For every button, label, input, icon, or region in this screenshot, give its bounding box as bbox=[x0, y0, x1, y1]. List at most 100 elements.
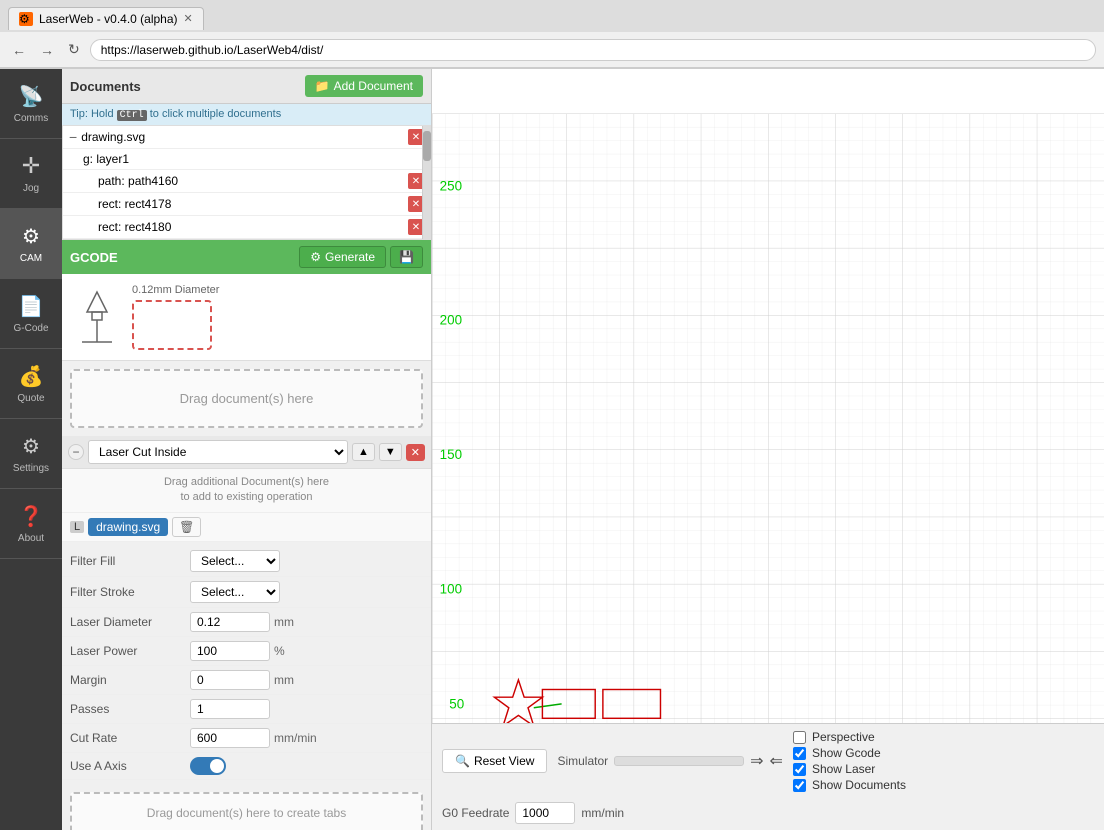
sidebar: 📡 Comms ✛ Jog ⚙ CAM 📄 G-Code 💰 Quote ⚙ S… bbox=[0, 69, 62, 830]
main-canvas[interactable]: 250 200 150 100 50 50 100 150 200 250 30… bbox=[432, 69, 1104, 830]
collapse-icon[interactable]: − bbox=[69, 129, 77, 145]
sidebar-item-gcode[interactable]: 📄 G-Code bbox=[0, 279, 62, 349]
toggle-x-icon: ✕ bbox=[214, 760, 222, 771]
op-collapse-button[interactable]: − bbox=[68, 444, 84, 460]
sidebar-item-comms[interactable]: 📡 Comms bbox=[0, 69, 62, 139]
doc-item-layer1[interactable]: g: layer1 bbox=[63, 149, 430, 170]
ctrl-key: Ctrl bbox=[117, 110, 147, 121]
show-laser-checkbox[interactable] bbox=[793, 763, 806, 776]
laser-icon bbox=[72, 287, 122, 347]
tab-title: LaserWeb - v0.4.0 (alpha) bbox=[39, 12, 178, 26]
reset-view-label: Reset View bbox=[474, 754, 534, 768]
sidebar-label-comms: Comms bbox=[14, 113, 48, 124]
margin-row: Margin mm bbox=[62, 666, 431, 695]
cam-icon: ⚙ bbox=[22, 224, 40, 249]
filter-stroke-select[interactable]: Select... bbox=[190, 581, 280, 603]
add-document-button[interactable]: 📁 Add Document bbox=[305, 75, 423, 97]
operation-row: − Laser Cut Inside Laser Cut Outside Las… bbox=[62, 436, 431, 469]
scrollbar-thumb[interactable] bbox=[423, 131, 431, 161]
layer-name: g: layer1 bbox=[83, 152, 424, 166]
laser-diameter-input[interactable] bbox=[190, 612, 270, 632]
tip-rest: to click multiple documents bbox=[150, 108, 281, 120]
op-move-up-button[interactable]: ▲ bbox=[352, 443, 375, 461]
doc-item-name: drawing.svg bbox=[81, 130, 404, 144]
url-input[interactable] bbox=[90, 39, 1096, 61]
reset-view-button[interactable]: 🔍 Reset View bbox=[442, 749, 547, 773]
documents-header: Documents 📁 Add Document bbox=[62, 69, 431, 104]
g0-feedrate-label: G0 Feedrate bbox=[442, 806, 509, 820]
show-gcode-label: Show Gcode bbox=[812, 746, 881, 760]
svg-text:100: 100 bbox=[440, 582, 462, 597]
refresh-button[interactable]: ↻ bbox=[64, 39, 84, 60]
sidebar-item-settings[interactable]: ⚙ Settings bbox=[0, 419, 62, 489]
doc-item-rect4180[interactable]: rect: rect4180 ✕ bbox=[63, 216, 430, 239]
search-icon: 🔍 bbox=[455, 754, 470, 768]
cut-rate-row: Cut Rate mm/min bbox=[62, 724, 431, 753]
doc-item-drawing[interactable]: − drawing.svg ✕ bbox=[63, 126, 430, 149]
passes-label: Passes bbox=[70, 702, 190, 716]
generate-icon: ⚙ bbox=[310, 250, 321, 264]
file-badge[interactable]: drawing.svg bbox=[88, 518, 168, 536]
feedrate-section: G0 Feedrate mm/min bbox=[442, 802, 624, 824]
rect-name-2: rect: rect4180 bbox=[98, 220, 404, 234]
cut-rate-input[interactable] bbox=[190, 728, 270, 748]
forward-button[interactable]: → bbox=[36, 40, 58, 60]
passes-input[interactable] bbox=[190, 699, 270, 719]
perspective-checkbox[interactable] bbox=[793, 731, 806, 744]
filter-fill-select[interactable]: Select... bbox=[190, 550, 280, 572]
canvas-area: 250 200 150 100 50 50 100 150 200 250 30… bbox=[432, 69, 1104, 830]
sidebar-item-quote[interactable]: 💰 Quote bbox=[0, 349, 62, 419]
filter-stroke-row: Filter Stroke Select... bbox=[62, 577, 431, 608]
preview-area: 0.12mm Diameter bbox=[62, 274, 431, 361]
passes-row: Passes bbox=[62, 695, 431, 724]
address-bar: ← → ↻ bbox=[0, 32, 1104, 68]
gcode-title: GCODE bbox=[70, 250, 118, 265]
op-remove-button[interactable]: ✕ bbox=[406, 444, 425, 461]
svg-text:150: 150 bbox=[440, 447, 462, 462]
show-gcode-checkbox[interactable] bbox=[793, 747, 806, 760]
sidebar-item-about[interactable]: ❓ About bbox=[0, 489, 62, 559]
operation-type-select[interactable]: Laser Cut Inside Laser Cut Outside Laser… bbox=[88, 440, 348, 464]
tab-close[interactable]: ✕ bbox=[184, 12, 193, 25]
drag-zone-tabs: Drag document(s) here to create tabs bbox=[70, 792, 423, 830]
drag-tabs-text: Drag document(s) here to create tabs bbox=[147, 806, 346, 820]
scrollbar[interactable] bbox=[422, 126, 430, 239]
use-a-axis-row: Use A Axis ✕ bbox=[62, 753, 431, 780]
gcode-buttons: ⚙ Generate 💾 bbox=[299, 246, 423, 268]
sim-back-icon[interactable]: ⇐ bbox=[770, 751, 783, 771]
file-remove-button[interactable]: 🗑 bbox=[172, 517, 201, 537]
margin-input[interactable] bbox=[190, 670, 270, 690]
g0-feedrate-input[interactable] bbox=[515, 802, 575, 824]
sidebar-label-about: About bbox=[18, 533, 44, 544]
bottom-bar: 🔍 Reset View Simulator ⇒ ⇐ Perspective S… bbox=[432, 723, 1104, 830]
perspective-row: Perspective bbox=[793, 730, 906, 744]
generate-button[interactable]: ⚙ Generate bbox=[299, 246, 386, 268]
simulator-label: Simulator bbox=[557, 754, 608, 768]
doc-item-rect4178[interactable]: rect: rect4178 ✕ bbox=[63, 193, 430, 216]
filter-stroke-label: Filter Stroke bbox=[70, 585, 190, 599]
show-documents-checkbox[interactable] bbox=[793, 779, 806, 792]
op-move-down-button[interactable]: ▼ bbox=[379, 443, 402, 461]
doc-item-path4160[interactable]: path: path4160 ✕ bbox=[63, 170, 430, 193]
show-laser-row: Show Laser bbox=[793, 762, 906, 776]
diameter-label: 0.12mm Diameter bbox=[132, 284, 219, 296]
laser-diameter-row: Laser Diameter mm bbox=[62, 608, 431, 637]
browser-tab[interactable]: ⚙ LaserWeb - v0.4.0 (alpha) ✕ bbox=[8, 7, 204, 30]
cut-rate-label: Cut Rate bbox=[70, 731, 190, 745]
sidebar-item-cam[interactable]: ⚙ CAM bbox=[0, 209, 62, 279]
laser-power-input[interactable] bbox=[190, 641, 270, 661]
sidebar-item-jog[interactable]: ✛ Jog bbox=[0, 139, 62, 209]
use-a-axis-label: Use A Axis bbox=[70, 759, 190, 773]
use-a-axis-toggle[interactable]: ✕ bbox=[190, 757, 226, 775]
document-tree: − drawing.svg ✕ g: layer1 path: path4160… bbox=[62, 125, 431, 240]
back-button[interactable]: ← bbox=[8, 40, 30, 60]
sim-arrow-icon[interactable]: ⇒ bbox=[750, 751, 763, 771]
app: 📡 Comms ✛ Jog ⚙ CAM 📄 G-Code 💰 Quote ⚙ S… bbox=[0, 69, 1104, 830]
laser-diameter-label: Laser Diameter bbox=[70, 615, 190, 629]
show-documents-row: Show Documents bbox=[793, 778, 906, 792]
save-gcode-button[interactable]: 💾 bbox=[390, 246, 423, 268]
documents-title: Documents bbox=[70, 79, 141, 94]
sidebar-label-quote: Quote bbox=[17, 393, 44, 404]
sidebar-label-jog: Jog bbox=[23, 183, 39, 194]
filter-fill-row: Filter Fill Select... bbox=[62, 546, 431, 577]
